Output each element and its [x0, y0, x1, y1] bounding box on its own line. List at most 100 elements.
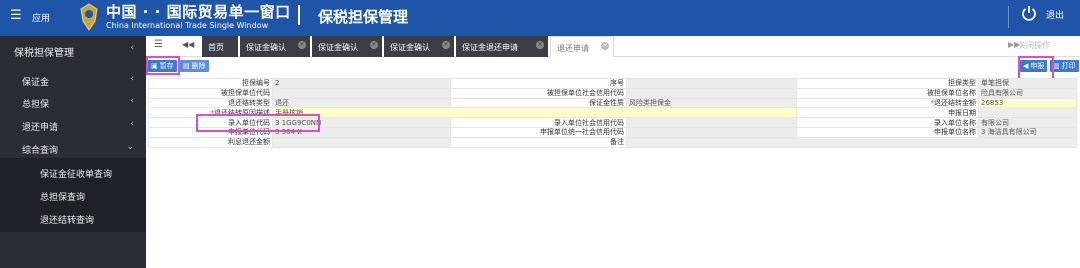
- guarantee-no-field[interactable]: 2: [272, 78, 451, 89]
- tab-home[interactable]: 首页: [202, 36, 238, 57]
- entry-unit-credit-code-field[interactable]: [626, 117, 797, 128]
- sidebar-item-comprehensive-query[interactable]: 综合查询 ⌄: [0, 138, 146, 160]
- tab-deposit-confirm-1[interactable]: 保证金确认 ×: [240, 36, 310, 57]
- tab-label: 保证金确认: [246, 43, 286, 52]
- deposit-nature-field[interactable]: 风险类担保金: [626, 97, 797, 109]
- tab-label: 保证金确认: [390, 43, 430, 52]
- entry-unit-name-label: 录入单位名称: [796, 117, 979, 128]
- guaranteed-unit-name-label: 被担保单位名称: [796, 87, 979, 99]
- remark-field[interactable]: [626, 136, 1077, 148]
- form-row: 利息退还金额 备注: [148, 136, 1077, 148]
- menu-icon[interactable]: ☰: [10, 8, 22, 23]
- close-icon[interactable]: ×: [298, 41, 306, 49]
- tab-refund-application[interactable]: 退还申请 ×: [550, 36, 614, 57]
- chevron-left-icon: ‹: [130, 43, 134, 53]
- refund-amount-label-text: 退还结转金额: [934, 98, 976, 107]
- logout-button[interactable]: 退出: [1046, 8, 1064, 21]
- sidebar-title[interactable]: 保税担保管理 ‹: [0, 39, 146, 61]
- tab-deposit-confirm-3[interactable]: 保证金确认 ×: [384, 36, 454, 57]
- refund-reason-field[interactable]: 手册核销: [272, 107, 797, 119]
- tab-label: 首页: [208, 43, 224, 52]
- guaranteed-unit-code-field[interactable]: [272, 87, 451, 99]
- sidebar-submenu: 保证金征收单查询 总担保查询 退还结转查询: [0, 158, 146, 232]
- guarantee-no-label: 担保编号: [148, 78, 273, 89]
- guaranteed-unit-code-label: 被担保单位代码: [148, 87, 273, 99]
- form-row: 被担保单位代码 被担保单位社会信用代码 被担保单位名称 险具有限公司: [148, 87, 1077, 99]
- sidebar-item-deposit[interactable]: 保证金 ‹: [0, 70, 146, 92]
- top-header: ☰ 应用 中国 · · 国际贸易单一窗口 China International…: [0, 0, 1080, 36]
- tab-label: 保证金确认: [318, 43, 358, 52]
- declare-unit-name-label: 申报单位名称: [796, 126, 979, 138]
- sidebar-subitem-label: 保证金征收单查询: [40, 170, 113, 180]
- close-icon[interactable]: ×: [370, 41, 378, 49]
- chevron-left-icon: ‹: [130, 74, 134, 84]
- declare-unit-credit-code-field[interactable]: [626, 126, 797, 138]
- close-icon[interactable]: ×: [442, 41, 450, 49]
- close-icon[interactable]: ×: [536, 41, 544, 49]
- delete-label: 删除: [191, 62, 206, 70]
- refund-type-field[interactable]: 退还: [272, 97, 451, 109]
- refund-amount-field[interactable]: 26853: [978, 97, 1077, 109]
- chevron-left-icon: ‹: [130, 119, 134, 129]
- close-operations-dropdown[interactable]: 关闭操作: [1018, 40, 1050, 51]
- sidebar-item-refund-application[interactable]: 退还申请 ‹: [0, 115, 146, 137]
- app-menu-label[interactable]: 应用: [32, 11, 50, 24]
- sidebar-item-label: 综合查询: [22, 146, 59, 156]
- sidebar-title-label: 保税担保管理: [14, 48, 74, 59]
- guaranteed-unit-credit-code-field[interactable]: [626, 87, 797, 99]
- power-icon[interactable]: [1020, 4, 1038, 22]
- entry-unit-name-field[interactable]: 有限公司: [978, 117, 1077, 128]
- sidebar-item-label: 保证金: [22, 78, 50, 88]
- delete-button[interactable]: ▤ 删除: [180, 60, 209, 72]
- guaranteed-unit-name-field[interactable]: 险具有限公司: [978, 87, 1077, 99]
- remark-label: 备注: [450, 136, 627, 148]
- brand-subtitle: China International Trade Single Window: [106, 21, 269, 30]
- sidebar-subitem-deposit-query[interactable]: 保证金征收单查询: [0, 162, 146, 184]
- form-row: 退还结转类型 退还 保证金性质 风险类担保金 *退还结转金额 26853: [148, 97, 1077, 109]
- chevron-left-icon: ‹: [130, 96, 134, 106]
- refund-application-form: 担保编号 2 序号 担保类型 单笔担保 被担保单位代码 被担保单位社会信用代码 …: [148, 78, 1077, 148]
- form-toolbar: ▣ 暂存 ▤ 删除 ◀ 申报 ▥ 打印: [146, 58, 1080, 76]
- guaranteed-unit-credit-code-label: 被担保单位社会信用代码: [450, 87, 627, 99]
- highlight-box-save: [146, 56, 180, 75]
- tab-bar: ☰ ◀◀ 首页 保证金确认 × 保证金确认 × 保证金确认 × 保证金退还申请 …: [146, 36, 1080, 57]
- sidebar-item-label: 总担保: [22, 100, 50, 110]
- guarantee-type-label: 担保类型: [796, 78, 979, 89]
- header-divider-right: [1008, 6, 1009, 28]
- sidebar-subitem-refund-query[interactable]: 退还结转查询: [0, 208, 146, 230]
- module-title: 保税担保管理: [318, 8, 409, 26]
- tab-scroll-left-icon[interactable]: ◀◀: [182, 40, 194, 49]
- print-label: 打印: [1061, 62, 1076, 70]
- declare-date-label: 申报日期: [796, 107, 979, 119]
- sidebar: 保税担保管理 ‹ 保证金 ‹ 总担保 ‹ 退还申请 ‹ 综合查询 ⌄ 保证金征收…: [0, 36, 146, 268]
- tab-deposit-confirm-2[interactable]: 保证金确认 ×: [312, 36, 382, 57]
- deposit-nature-label: 保证金性质: [450, 97, 627, 109]
- sidebar-subitem-guarantee-query[interactable]: 总担保查询: [0, 185, 146, 207]
- sidebar-subitem-label: 总担保查询: [40, 193, 86, 203]
- refund-amount-label: *退还结转金额: [796, 97, 979, 109]
- emblem-icon: [80, 3, 98, 31]
- sidebar-subitem-label: 退还结转查询: [40, 216, 95, 226]
- chevron-down-icon: ⌄: [126, 142, 134, 152]
- seq-no-field[interactable]: [626, 78, 797, 89]
- refund-interest-label: 利息退还金额: [148, 136, 273, 148]
- declare-date-field[interactable]: [978, 107, 1077, 119]
- refund-type-label: 退还结转类型: [148, 97, 273, 109]
- sidebar-item-label: 退还申请: [22, 123, 59, 133]
- refund-interest-field[interactable]: [272, 136, 451, 148]
- delete-icon: ▤: [183, 62, 190, 70]
- highlight-box-reason: [196, 114, 320, 132]
- tab-label: 保证金退还申请: [462, 43, 518, 52]
- tab-label: 退还申请: [557, 44, 589, 53]
- seq-no-label: 序号: [450, 78, 627, 89]
- brand-title: 中国 · · 国际贸易单一窗口: [106, 3, 291, 21]
- declare-unit-name-field[interactable]: 3 海洁具有限公司: [978, 126, 1077, 138]
- guarantee-type-field[interactable]: 单笔担保: [978, 78, 1077, 89]
- sidebar-item-general-guarantee[interactable]: 总担保 ‹: [0, 92, 146, 114]
- print-button[interactable]: ▥ 打印: [1050, 60, 1079, 72]
- collapse-menu-icon[interactable]: ☰: [154, 39, 163, 50]
- close-icon[interactable]: ×: [601, 42, 609, 50]
- header-divider: [298, 5, 300, 25]
- form-row: 担保编号 2 序号 担保类型 单笔担保: [148, 78, 1077, 89]
- tab-deposit-refund-application[interactable]: 保证金退还申请 ×: [456, 36, 548, 57]
